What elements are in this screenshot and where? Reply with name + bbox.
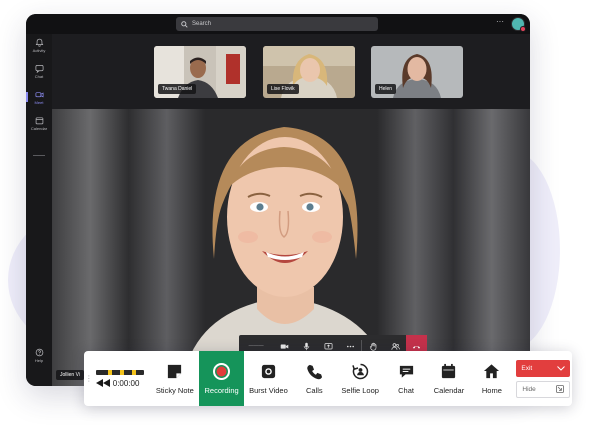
tool-label: Calls: [305, 385, 323, 395]
microphone-icon: [303, 342, 309, 350]
selfie-loop-button[interactable]: Selfie Loop: [336, 351, 385, 406]
rail-item-label: Help: [34, 358, 44, 363]
rail-item-label: Chat: [34, 74, 44, 79]
chat-bubble-icon: [399, 365, 413, 378]
tool-label: Recording: [204, 385, 239, 395]
divider: [33, 155, 45, 156]
more-options-icon[interactable]: ···: [496, 18, 504, 26]
recording-button[interactable]: Recording: [199, 351, 245, 406]
avatar[interactable]: [511, 17, 526, 32]
rail-item-calendar[interactable]: Calendar: [26, 116, 52, 131]
timeline-marker: [131, 369, 136, 375]
home-icon: [484, 363, 500, 378]
title-bar: Search ···: [26, 14, 530, 34]
share-screen-icon: [324, 342, 333, 349]
camera-icon: [35, 92, 43, 98]
search-placeholder: Search: [192, 21, 212, 27]
participant-tile[interactable]: Twana Daniel: [154, 46, 246, 98]
rail-item-chat[interactable]: Chat: [26, 64, 52, 79]
bell-icon: [35, 38, 43, 47]
burst-video-button[interactable]: Burst Video: [244, 351, 293, 406]
tool-label: Chat: [398, 385, 414, 395]
tool-label: Selfie Loop: [341, 385, 379, 395]
chat-icon: [35, 64, 43, 73]
status-badge: [520, 26, 526, 32]
hide-button[interactable]: Hide: [516, 380, 571, 398]
speaker-name: Jollien Vi: [56, 370, 84, 380]
rail-item-help[interactable]: Help: [26, 348, 52, 363]
search-input[interactable]: Search: [176, 17, 378, 31]
help-icon: [35, 348, 43, 357]
chat-button[interactable]: Chat: [385, 351, 428, 406]
selfie-loop-icon: [351, 363, 368, 379]
participant-name: Helen: [375, 84, 397, 94]
tool-label: Calendar: [433, 385, 465, 395]
rewind-icon[interactable]: [95, 379, 110, 387]
tool-label: Burst Video: [249, 385, 288, 395]
active-indicator: [26, 92, 28, 102]
exit-label: Exit: [521, 364, 533, 372]
timeline-bar[interactable]: [95, 369, 144, 375]
timecode: 0:00:00: [95, 378, 151, 388]
meeting-window: Search ··· Activity Chat Meet Calendar H…: [26, 14, 530, 386]
more-icon: [346, 345, 354, 347]
minimize-icon: [556, 385, 565, 393]
camera-icon: [280, 344, 289, 349]
search-icon: [181, 20, 188, 28]
stage: Search ··· Activity Chat Meet Calendar H…: [0, 0, 596, 442]
drag-handle[interactable]: ⋮: [84, 351, 94, 406]
app-rail: Activity Chat Meet Calendar Help: [26, 34, 52, 386]
timeline-marker: [107, 369, 112, 375]
rail-item-label: Activity: [32, 48, 46, 53]
participant-name: Lise Flovik: [267, 84, 299, 94]
participant-tile[interactable]: Helen: [371, 46, 463, 98]
timeline-marker: [119, 369, 124, 375]
rail-item-label: Meet: [34, 100, 44, 105]
phone-icon: [307, 364, 322, 379]
rail-item-label: Calendar: [30, 126, 48, 131]
calendar-icon: [35, 117, 43, 125]
tool-label: Sticky Note: [155, 385, 194, 395]
hang-up-icon: [412, 345, 421, 349]
participants-icon: [390, 342, 400, 350]
burst-video-icon: [261, 364, 276, 378]
sticky-note-icon: [168, 364, 182, 378]
rail-item-meet[interactable]: Meet: [26, 90, 52, 105]
recording-timeline: 0:00:00: [94, 351, 151, 406]
home-button[interactable]: Home: [470, 351, 513, 406]
timecode-value: 0:00:00: [112, 378, 140, 388]
rail-item-activity[interactable]: Activity: [26, 38, 52, 53]
toolbar-actions: Exit Hide: [513, 351, 572, 406]
floating-toolbar: ⋮ 0:00:00 Sticky Note Recording Burst Vi…: [84, 351, 572, 406]
tool-label: Home: [481, 385, 502, 395]
exit-button[interactable]: Exit: [516, 359, 571, 377]
sticky-note-button[interactable]: Sticky Note: [150, 351, 199, 406]
hide-label: Hide: [522, 385, 536, 393]
participant-name: Twana Daniel: [158, 84, 197, 94]
chevron-down-icon: [557, 365, 566, 371]
record-icon: [213, 362, 231, 380]
participant-tile[interactable]: Lise Flovik: [263, 46, 355, 98]
raise-hand-icon: [369, 342, 376, 351]
calendar-button[interactable]: Calendar: [428, 351, 471, 406]
calendar-icon: [442, 363, 456, 378]
calls-button[interactable]: Calls: [293, 351, 336, 406]
